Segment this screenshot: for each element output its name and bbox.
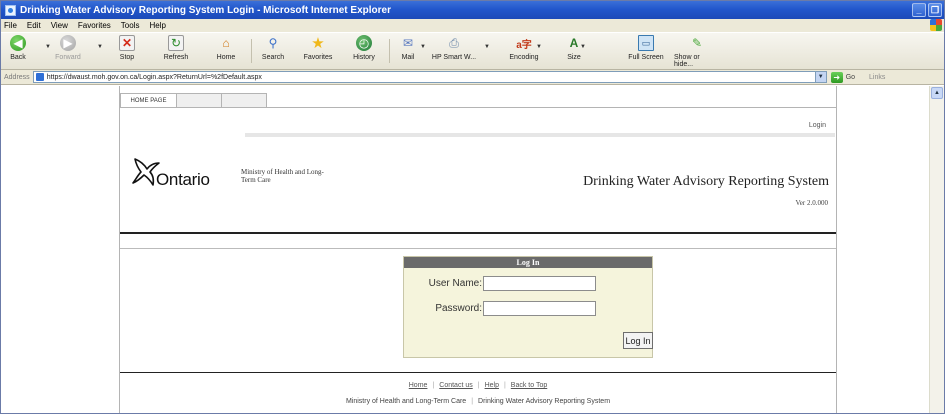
- stop-icon: ✕: [119, 35, 135, 51]
- login-panel-title: Log In: [404, 257, 652, 268]
- ontario-logo: Ontario Ministry of Health and Long-Term…: [132, 157, 342, 207]
- menu-bar: File Edit View Favorites Tools Help: [1, 19, 944, 32]
- address-url: https://dwaust.moh.gov.on.ca/Login.aspx?…: [46, 73, 262, 81]
- forward-arrow-icon: ▶: [60, 35, 76, 51]
- ontario-wordmark: Ontario: [156, 170, 210, 189]
- full-screen-icon: ▭: [638, 35, 654, 51]
- title-bar: Drinking Water Advisory Reporting System…: [1, 1, 944, 19]
- system-title: Drinking Water Advisory Reporting System: [583, 174, 829, 189]
- go-arrow-icon[interactable]: ➜: [830, 71, 843, 83]
- search-icon: ⚲: [268, 36, 278, 50]
- encoding-dropdown-icon[interactable]: ▼: [536, 44, 542, 50]
- address-label: Address: [4, 73, 30, 81]
- forward-button[interactable]: ▶ Forward: [51, 35, 85, 69]
- hp-smart-web-button[interactable]: ⎙ HP Smart W...: [429, 35, 479, 69]
- page-favicon-icon: [35, 73, 44, 81]
- content-top-rule: [120, 248, 836, 249]
- footer-link-home[interactable]: Home: [409, 382, 428, 389]
- header-rule: [245, 133, 835, 137]
- favorites-star-icon: ★: [311, 35, 325, 52]
- mail-button[interactable]: ✉ Mail: [397, 35, 419, 69]
- vertical-scrollbar[interactable]: ▲: [929, 86, 944, 413]
- back-button[interactable]: ◀ Back: [5, 35, 31, 69]
- address-dropdown-icon[interactable]: ▼: [814, 72, 826, 82]
- browser-window: Drinking Water Advisory Reporting System…: [0, 0, 945, 414]
- refresh-icon: ↻: [168, 35, 184, 51]
- footer-top-rule: [120, 372, 836, 373]
- minimize-button[interactable]: _: [912, 3, 926, 17]
- browser-content: HOME PAGE Login Ontario Ministry of Heal…: [1, 86, 929, 413]
- show-hide-icon: ✎: [691, 36, 703, 50]
- footer-link-back-to-top[interactable]: Back to Top: [511, 382, 547, 389]
- address-bar: Address https://dwaust.moh.gov.on.ca/Log…: [1, 70, 944, 85]
- mail-dropdown-icon[interactable]: ▼: [420, 44, 426, 50]
- system-version: Ver 2.0.000: [795, 199, 828, 207]
- tab-divider: [245, 107, 837, 108]
- go-button[interactable]: Go: [846, 74, 855, 81]
- search-button[interactable]: ⚲ Search: [259, 35, 287, 69]
- encoding-button[interactable]: a字 Encoding: [506, 35, 542, 69]
- size-dropdown-icon[interactable]: ▼: [580, 44, 586, 50]
- toolbar: ◀ Back ▼ ▶ Forward ▼ ✕ Stop ↻ Refresh ⌂ …: [1, 32, 944, 70]
- username-input[interactable]: [483, 276, 596, 291]
- tab-home-page[interactable]: HOME PAGE: [120, 93, 177, 108]
- history-button[interactable]: ◴ History: [350, 35, 378, 69]
- address-input[interactable]: https://dwaust.moh.gov.on.ca/Login.aspx?…: [32, 71, 827, 83]
- hp-dropdown-icon[interactable]: ▼: [484, 44, 490, 50]
- refresh-button[interactable]: ↻ Refresh: [161, 35, 191, 69]
- password-input[interactable]: [483, 301, 596, 316]
- mail-icon: ✉: [402, 36, 414, 50]
- window-title: Drinking Water Advisory Reporting System…: [20, 4, 391, 16]
- menu-favorites[interactable]: Favorites: [78, 21, 111, 30]
- history-icon: ◴: [356, 35, 372, 51]
- log-in-button[interactable]: Log In: [623, 332, 653, 349]
- menu-file[interactable]: File: [4, 21, 17, 30]
- footer-text: Ministry of Health and Long-Term Care | Dr…: [345, 398, 611, 405]
- hp-printer-icon: ⎙: [449, 35, 459, 50]
- ie-app-icon: [5, 4, 16, 16]
- full-screen-button[interactable]: ▭ Full Screen: [626, 35, 666, 69]
- menu-edit[interactable]: Edit: [27, 21, 41, 30]
- password-label: Password:: [435, 303, 482, 314]
- login-panel: Log In User Name: Password: Log In: [403, 256, 653, 358]
- toolbar-separator: [389, 39, 390, 63]
- menu-help[interactable]: Help: [149, 21, 165, 30]
- username-row: User Name:: [404, 276, 596, 291]
- menu-view[interactable]: View: [51, 21, 68, 30]
- site-tabs: HOME PAGE: [120, 93, 267, 108]
- links-button[interactable]: Links: [869, 74, 885, 81]
- footer-link-contact-us[interactable]: Contact us: [439, 382, 472, 389]
- web-page: HOME PAGE Login Ontario Ministry of Heal…: [119, 86, 837, 413]
- size-button[interactable]: A Size: [564, 35, 584, 69]
- forward-dropdown-icon[interactable]: ▼: [97, 44, 103, 50]
- username-label: User Name:: [428, 278, 482, 289]
- encoding-icon: a字: [516, 39, 532, 51]
- favorites-button[interactable]: ★ Favorites: [301, 35, 335, 69]
- footer-ministry: Ministry of Health and Long-Term Care: [345, 398, 467, 405]
- menu-tools[interactable]: Tools: [121, 21, 140, 30]
- login-link[interactable]: Login: [809, 122, 826, 129]
- maximize-button[interactable]: ❐: [928, 3, 942, 17]
- show-or-hide-button[interactable]: ✎ Show or hide...: [674, 35, 720, 69]
- windows-logo-icon: [930, 19, 942, 31]
- footer-links: Home | Contact us | Help | Back to Top: [408, 382, 548, 389]
- back-arrow-icon: ◀: [10, 35, 26, 51]
- home-icon: ⌂: [222, 36, 230, 50]
- footer-link-help[interactable]: Help: [485, 382, 499, 389]
- window-controls: _ ❐: [912, 3, 942, 17]
- toolbar-separator: [251, 39, 252, 63]
- home-button[interactable]: ⌂ Home: [214, 35, 238, 69]
- password-row: Password:: [404, 301, 596, 316]
- tab-blank-1[interactable]: [177, 93, 222, 108]
- scroll-up-icon[interactable]: ▲: [931, 87, 943, 99]
- tab-blank-2[interactable]: [222, 93, 267, 108]
- footer-system: Drinking Water Advisory Reporting System: [478, 398, 611, 405]
- header-bottom-rule: [120, 232, 836, 234]
- stop-button[interactable]: ✕ Stop: [117, 35, 137, 69]
- ministry-name: Ministry of Health and Long-Term Care: [241, 168, 324, 184]
